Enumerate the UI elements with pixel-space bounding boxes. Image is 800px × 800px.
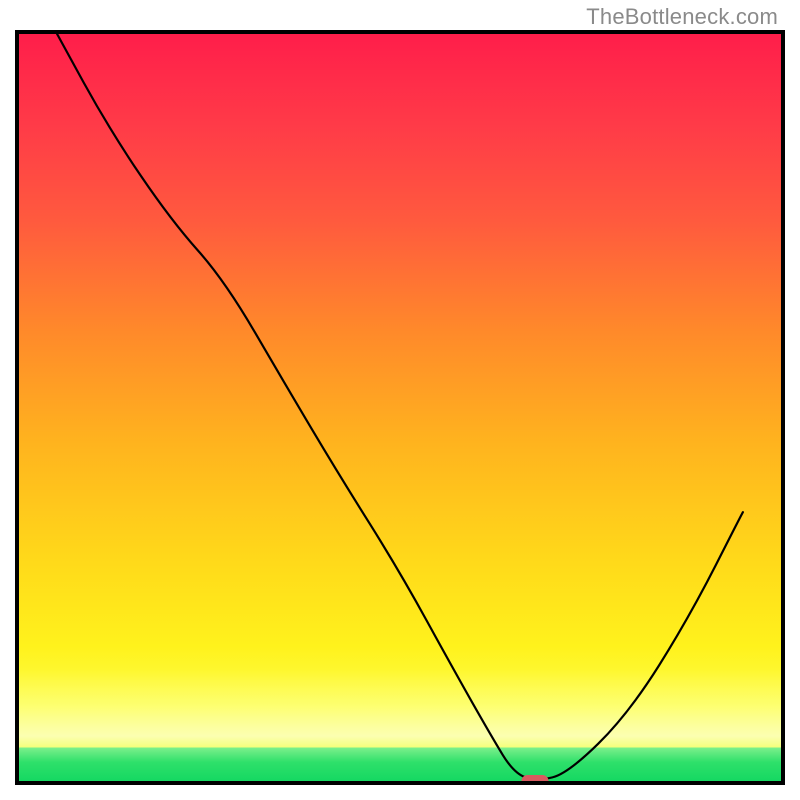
curve-layer <box>19 34 781 781</box>
watermark-text: TheBottleneck.com <box>586 4 778 30</box>
chart-canvas: TheBottleneck.com <box>0 0 800 800</box>
bottleneck-curve-path <box>57 34 743 779</box>
plot-frame <box>15 30 785 785</box>
optimal-marker <box>521 775 548 785</box>
